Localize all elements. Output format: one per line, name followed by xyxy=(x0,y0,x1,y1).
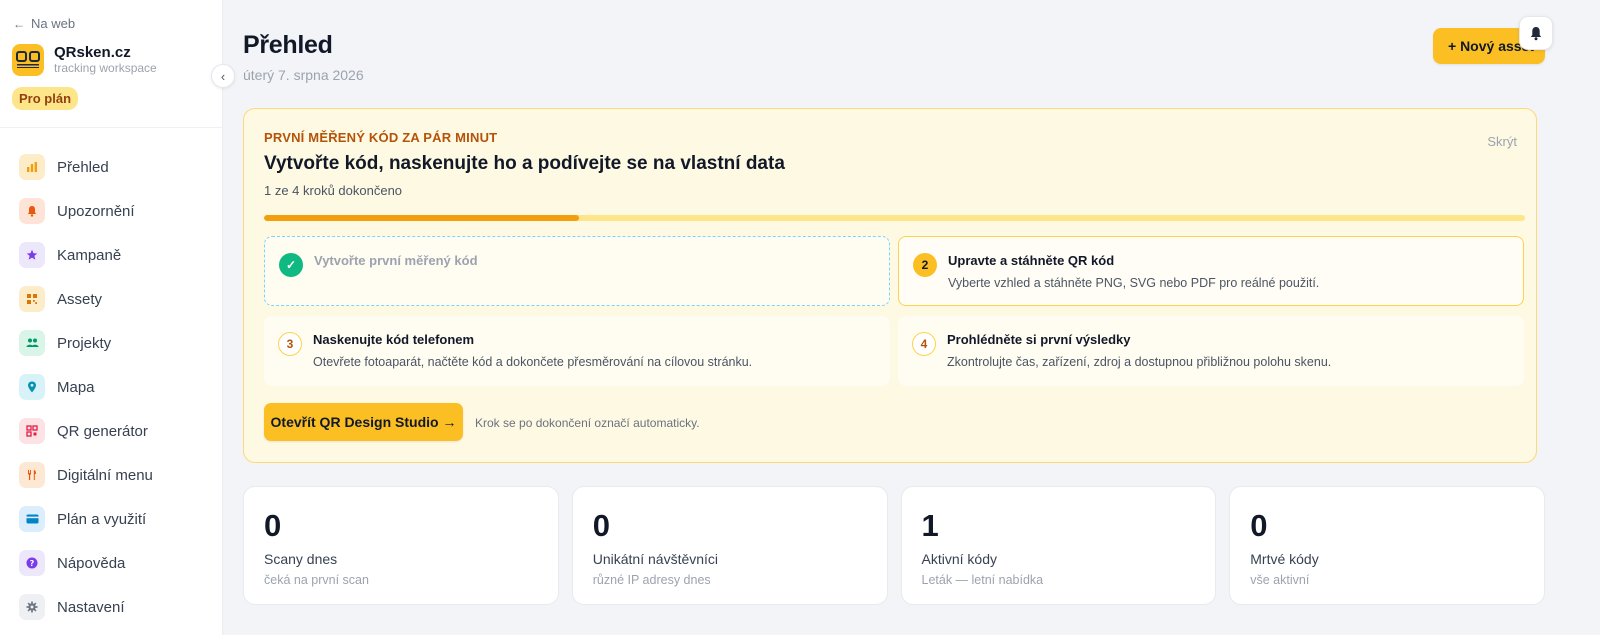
stats-row: 0 Scany dnes čeká na první scan 0 Unikát… xyxy=(243,486,1545,605)
stat-card-dead-codes[interactable]: 0 Mrtvé kódy vše aktivní xyxy=(1229,486,1545,605)
onboarding-step-3[interactable]: 3 Naskenujte kód telefonem Otevřete foto… xyxy=(264,316,890,386)
open-qr-design-studio-button[interactable]: Otevřít QR Design Studio → xyxy=(264,403,463,441)
onboarding-step-4[interactable]: 4 Prohlédněte si první výsledky Zkontrol… xyxy=(898,316,1524,386)
sidebar-item-label: Nastavení xyxy=(57,598,125,616)
onboarding-eyebrow: PRVNÍ MĚŘENÝ KÓD ZA PÁR MINUT xyxy=(264,130,498,145)
sidebar-item-label: Assety xyxy=(57,290,103,308)
sidebar-item-label: Nápověda xyxy=(57,554,126,572)
stat-value: 0 xyxy=(1250,508,1268,543)
stat-label: Unikátní návštěvníci xyxy=(592,551,719,567)
step-number: 2 xyxy=(913,253,937,277)
back-link-label: Na web xyxy=(31,16,76,31)
step-title: Upravte a stáhněte QR kód xyxy=(948,253,1115,268)
sidebar-item-label: Mapa xyxy=(57,378,95,396)
sidebar-item-digitalni-menu[interactable]: Digitální menu xyxy=(19,453,209,497)
chart-bar-icon xyxy=(19,154,45,180)
main-content: Přehled úterý 7. srpna 2026 + Nový asset… xyxy=(223,0,1600,635)
sidebar-item-assety[interactable]: Assety xyxy=(19,277,209,321)
bell-icon xyxy=(1530,26,1542,40)
users-icon xyxy=(19,330,45,356)
arrow-left-icon: ← xyxy=(13,16,25,31)
onboarding-step-1[interactable]: ✓ Vytvořte první měřený kód xyxy=(264,236,890,306)
sidebar-item-label: Upozornění xyxy=(57,202,135,220)
sidebar-item-label: Přehled xyxy=(57,158,109,176)
onboarding-step-2[interactable]: 2 Upravte a stáhněte QR kód Vyberte vzhl… xyxy=(898,236,1524,306)
sidebar-item-projekty[interactable]: Projekty xyxy=(19,321,209,365)
sidebar-item-nastaveni[interactable]: Nastavení xyxy=(19,585,209,629)
page-title: Přehled xyxy=(243,31,333,59)
brand[interactable]: QRsken.cz tracking workspace xyxy=(12,44,157,76)
qr-code-icon xyxy=(19,286,45,312)
step-title: Naskenujte kód telefonem xyxy=(313,332,475,347)
sidebar-item-label: Plán a využití xyxy=(57,510,147,528)
stat-label: Scany dnes xyxy=(264,551,338,567)
qrsken-logo-icon xyxy=(12,44,44,76)
stat-subtext: vše aktivní xyxy=(1250,573,1310,587)
step-title: Prohlédněte si první výsledky xyxy=(947,332,1131,347)
stat-label: Mrtvé kódy xyxy=(1250,551,1319,567)
brand-name: QRsken.cz xyxy=(54,44,131,61)
stat-card-active-codes[interactable]: 1 Aktivní kódy Leták — letní nabídka xyxy=(900,486,1217,605)
onboarding-progress-text: 1 ze 4 kroků dokončeno xyxy=(264,183,403,198)
stat-value: 0 xyxy=(592,508,610,543)
sidebar-collapse-button[interactable]: ‹ xyxy=(211,64,235,88)
bell-icon xyxy=(19,198,45,224)
stat-value: 1 xyxy=(921,508,939,543)
sidebar: ← Na web QRsken.cz tracking workspace Pr… xyxy=(0,0,223,635)
gear-icon xyxy=(19,594,45,620)
sidebar-item-mapa[interactable]: Mapa xyxy=(19,365,209,409)
hide-onboarding-link[interactable]: Skrýt xyxy=(1487,134,1517,149)
back-to-web-link[interactable]: ← Na web xyxy=(13,16,75,31)
step-description: Vyberte vzhled a stáhněte PNG, SVG nebo … xyxy=(948,276,1320,290)
sidebar-item-label: Digitální menu xyxy=(57,466,153,484)
step-description: Otevřete fotoaparát, načtěte kód a dokon… xyxy=(313,355,753,369)
sidebar-item-prehled[interactable]: Přehled xyxy=(19,145,209,189)
page-date: úterý 7. srpna 2026 xyxy=(243,67,364,83)
qr-grid-icon xyxy=(19,418,45,444)
stat-card-unique-visitors[interactable]: 0 Unikátní návštěvníci různé IP adresy d… xyxy=(571,486,888,605)
svg-text:?: ? xyxy=(30,559,35,568)
sidebar-item-label: Projekty xyxy=(57,334,112,352)
sidebar-divider xyxy=(0,127,222,128)
sidebar-item-qr-generator[interactable]: QR generátor xyxy=(19,409,209,453)
step-number: 3 xyxy=(278,332,302,356)
sidebar-item-plan-a-vyuziti[interactable]: Plán a využití xyxy=(19,497,209,541)
step-title: Vytvořte první měřený kód xyxy=(314,253,478,268)
stat-value: 0 xyxy=(264,508,282,543)
onboarding-card: PRVNÍ MĚŘENÝ KÓD ZA PÁR MINUT Skrýt Vytv… xyxy=(243,108,1537,463)
sidebar-item-label: Kampaně xyxy=(57,246,122,264)
utensils-icon xyxy=(19,462,45,488)
sidebar-item-napoveda[interactable]: ? Nápověda xyxy=(19,541,209,585)
stat-subtext: různé IP adresy dnes xyxy=(592,573,711,587)
onboarding-progress-fill xyxy=(264,215,580,221)
onboarding-progress-bar xyxy=(264,215,1525,221)
step-description: Zkontrolujte čas, zařízení, zdroj a dost… xyxy=(947,355,1332,369)
stat-card-scans-today[interactable]: 0 Scany dnes čeká na první scan xyxy=(243,486,559,605)
stat-subtext: Leták — letní nabídka xyxy=(921,573,1044,587)
credit-card-icon xyxy=(19,506,45,532)
sidebar-nav: Přehled Upozornění Kampaně Assety Projek… xyxy=(19,145,209,629)
sidebar-item-label: QR generátor xyxy=(57,422,148,440)
star-icon xyxy=(19,242,45,268)
stat-subtext: čeká na první scan xyxy=(264,573,369,587)
stat-label: Aktivní kódy xyxy=(921,551,997,567)
notifications-button[interactable] xyxy=(1519,16,1553,50)
sidebar-item-upozorneni[interactable]: Upozornění xyxy=(19,189,209,233)
step-number: 4 xyxy=(912,332,936,356)
help-icon: ? xyxy=(19,550,45,576)
map-pin-icon xyxy=(19,374,45,400)
brand-subtitle: tracking workspace xyxy=(54,61,157,75)
plan-badge: Pro plán xyxy=(12,87,79,110)
sidebar-item-kampane[interactable]: Kampaně xyxy=(19,233,209,277)
onboarding-title: Vytvořte kód, naskenujte ho a podívejte … xyxy=(264,153,785,174)
chevron-left-icon: ‹ xyxy=(220,68,226,84)
onboarding-note: Krok se po dokončení označí automaticky. xyxy=(475,416,700,430)
check-icon: ✓ xyxy=(279,253,303,277)
